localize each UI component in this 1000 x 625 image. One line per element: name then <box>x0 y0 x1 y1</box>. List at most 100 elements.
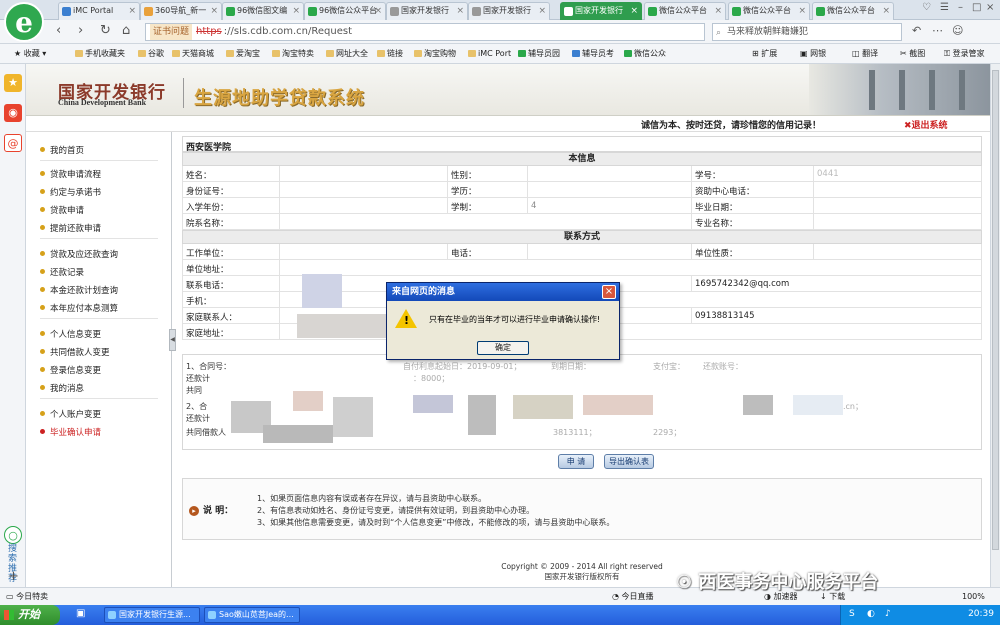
sidebar-item-loan-apply[interactable]: 贷款申请 <box>40 204 84 216</box>
sidebar-item-messages[interactable]: 我的消息 <box>40 382 84 394</box>
tab-96-wechat[interactable]: 96微信公众平台 × <box>304 2 386 20</box>
search-input[interactable]: ⌕ 马来释放朝鲜籍嫌犯 <box>712 23 902 41</box>
tab-wechat-1[interactable]: 微信公众平台 × <box>644 2 726 20</box>
bookmark-item[interactable]: 手机收藏夹 <box>75 44 125 63</box>
sidebar-item-repay-plan[interactable]: 本金还款计划查询 <box>40 284 118 296</box>
tab-wechat-2[interactable]: 微信公众平台 × <box>728 2 810 20</box>
note-item: 1、如果页面信息内容有误或者存在异议，请与县资助中心联系。 <box>257 494 487 503</box>
tab-imc-portal[interactable]: iMC Portal × <box>58 2 140 20</box>
start-button[interactable]: 开始 <box>0 605 60 625</box>
dialog-ok-button[interactable]: 确定 <box>477 341 529 355</box>
reload-icon[interactable]: ↻ <box>100 24 111 38</box>
sidebar-item-home[interactable]: 我的首页 <box>40 144 84 156</box>
screenshot-button[interactable]: ✂ 截图 <box>900 44 925 63</box>
logout-link[interactable]: ✖退出系统 <box>904 118 948 131</box>
sidebar-item-prepay[interactable]: 提前还款申请 <box>40 222 101 234</box>
sidebar-item-agreement[interactable]: 约定与承诺书 <box>40 186 101 198</box>
user-icon[interactable]: ☺ <box>952 24 963 38</box>
sidebar-item-profile-change[interactable]: 个人信息变更 <box>40 328 101 340</box>
tab-close-icon[interactable]: × <box>292 3 300 19</box>
bookmark-item[interactable]: iMC Port <box>468 44 511 63</box>
tray-icon[interactable]: ◐ <box>867 609 875 619</box>
bookmark-item[interactable]: 谷歌 <box>138 44 164 63</box>
zoom-level[interactable]: 100% <box>962 588 985 605</box>
bookmark-item[interactable]: 网址大全 <box>326 44 368 63</box>
tab-close-icon[interactable]: × <box>128 3 136 19</box>
tab-close-icon[interactable]: × <box>456 3 464 19</box>
tab-close-icon[interactable]: × <box>210 3 218 19</box>
sidebar-item-loan-query[interactable]: 贷款及应还款查询 <box>40 248 118 260</box>
tab-close-icon[interactable]: × <box>882 3 890 19</box>
bookmark-item[interactable]: 辅导员考 <box>572 44 614 63</box>
bookmark-item[interactable]: 微信公众 <box>624 44 666 63</box>
menu-dots-icon[interactable]: ⋯ <box>932 24 943 38</box>
skin-icon[interactable]: ♡ <box>922 2 931 13</box>
bank-button[interactable]: ▣ 网银 <box>800 44 826 63</box>
extensions-button[interactable]: ⊞ 扩展 <box>752 44 777 63</box>
back-icon[interactable]: ‹ <box>56 24 61 38</box>
deals-link[interactable]: ▭ 今日特卖 <box>6 588 48 605</box>
page-scrollbar[interactable] <box>990 64 1000 605</box>
sidebar-item-login-change[interactable]: 登录信息变更 <box>40 364 101 376</box>
home-icon[interactable]: ⌂ <box>122 24 130 38</box>
forward-icon[interactable]: › <box>78 24 83 38</box>
tray-icon[interactable]: ♪ <box>885 609 891 619</box>
menu-icon[interactable]: ☰ <box>940 2 949 13</box>
undo-icon[interactable]: ↶ <box>912 24 921 38</box>
taskbar-item[interactable]: Sao嫩山苋菩Jea的... <box>204 607 300 623</box>
bookmark-item[interactable]: 淘宝购物 <box>414 44 456 63</box>
sidebar-item-coborrower-change[interactable]: 共同借款人变更 <box>40 346 110 358</box>
tab-close-icon[interactable]: × <box>714 3 722 19</box>
bank-logo-en: China Development Bank <box>58 98 147 107</box>
bookmark-item[interactable]: 淘宝特卖 <box>272 44 314 63</box>
bookmark-favorites[interactable]: ★ 收藏 ▾ <box>14 44 46 63</box>
favicon-icon <box>572 50 580 57</box>
sidebar-item-repay-record[interactable]: 还款记录 <box>40 266 84 278</box>
tab-wechat-3[interactable]: 微信公众平台 × <box>812 2 894 20</box>
address-input[interactable]: 证书问题 https://sls.cdb.com.cn/Request <box>145 23 705 41</box>
login-manager-button[interactable]: ⚿ 登录管家 <box>944 44 985 63</box>
tab-close-icon[interactable]: × <box>798 3 806 19</box>
bullet-icon <box>40 225 45 230</box>
tab-close-icon[interactable]: × <box>374 3 382 19</box>
tab-cdb-2[interactable]: 国家开发银行 × <box>468 2 550 20</box>
tab-360-nav[interactable]: 360导航_新一 × <box>140 2 222 20</box>
search-recommend-icon[interactable]: ○ <box>4 526 22 544</box>
export-confirm-button[interactable]: 导出确认表 <box>604 454 654 469</box>
favorites-star-icon[interactable]: ★ <box>4 74 22 92</box>
sidebar-item-interest-calc[interactable]: 本年应付本息测算 <box>40 302 118 314</box>
sidebar-item-account-change[interactable]: 个人账户变更 <box>40 408 101 420</box>
bookmark-item[interactable]: 链接 <box>377 44 403 63</box>
apply-button[interactable]: 申 请 <box>558 454 594 469</box>
tab-96-editor[interactable]: 96微信图文编 × <box>222 2 304 20</box>
tab-close-icon[interactable]: × <box>630 3 638 19</box>
sidebar-collapse-handle[interactable]: ◀ <box>169 329 176 351</box>
translate-button[interactable]: ◫ 翻译 <box>852 44 878 63</box>
tray-icon[interactable]: S <box>849 609 855 619</box>
live-link[interactable]: ◔ 今日直播 <box>612 588 654 605</box>
weibo-icon[interactable]: ◉ <box>4 104 22 122</box>
tab-cdb-active[interactable]: 国家开发银行 × <box>560 2 642 20</box>
bookmark-item[interactable]: 爱淘宝 <box>226 44 260 63</box>
maximize-icon[interactable]: □ <box>972 2 981 13</box>
minimize-icon[interactable]: – <box>958 2 963 13</box>
bookmark-item[interactable]: 辅导员园 <box>518 44 560 63</box>
close-window-icon[interactable]: × <box>986 2 994 13</box>
taskbar-item[interactable]: 国家开发银行生源... <box>104 607 200 623</box>
sidebar-item-loan-process[interactable]: 贷款申请流程 <box>40 168 101 180</box>
cert-warning-badge[interactable]: 证书问题 <box>150 24 193 40</box>
basic-info-header: 本信息 <box>182 152 982 166</box>
add-icon[interactable]: + <box>8 569 19 584</box>
redacted-area <box>468 395 496 435</box>
bookmark-item[interactable]: 天猫商城 <box>172 44 214 63</box>
scrollbar-thumb[interactable] <box>992 70 999 550</box>
mail-icon[interactable]: @ <box>4 134 22 152</box>
watermark-text: ☉ 西医事务中心服务平台 <box>676 572 879 593</box>
folder-icon <box>172 50 180 57</box>
quicklaunch-icon[interactable]: ▣ <box>76 608 85 619</box>
dialog-close-icon[interactable]: × <box>602 285 616 299</box>
tab-close-icon[interactable]: × <box>538 3 546 19</box>
tab-cdb-1[interactable]: 国家开发银行 × <box>386 2 468 20</box>
sidebar-item-graduation-confirm[interactable]: 毕业确认申请 <box>40 426 101 438</box>
bullet-icon <box>40 429 45 434</box>
